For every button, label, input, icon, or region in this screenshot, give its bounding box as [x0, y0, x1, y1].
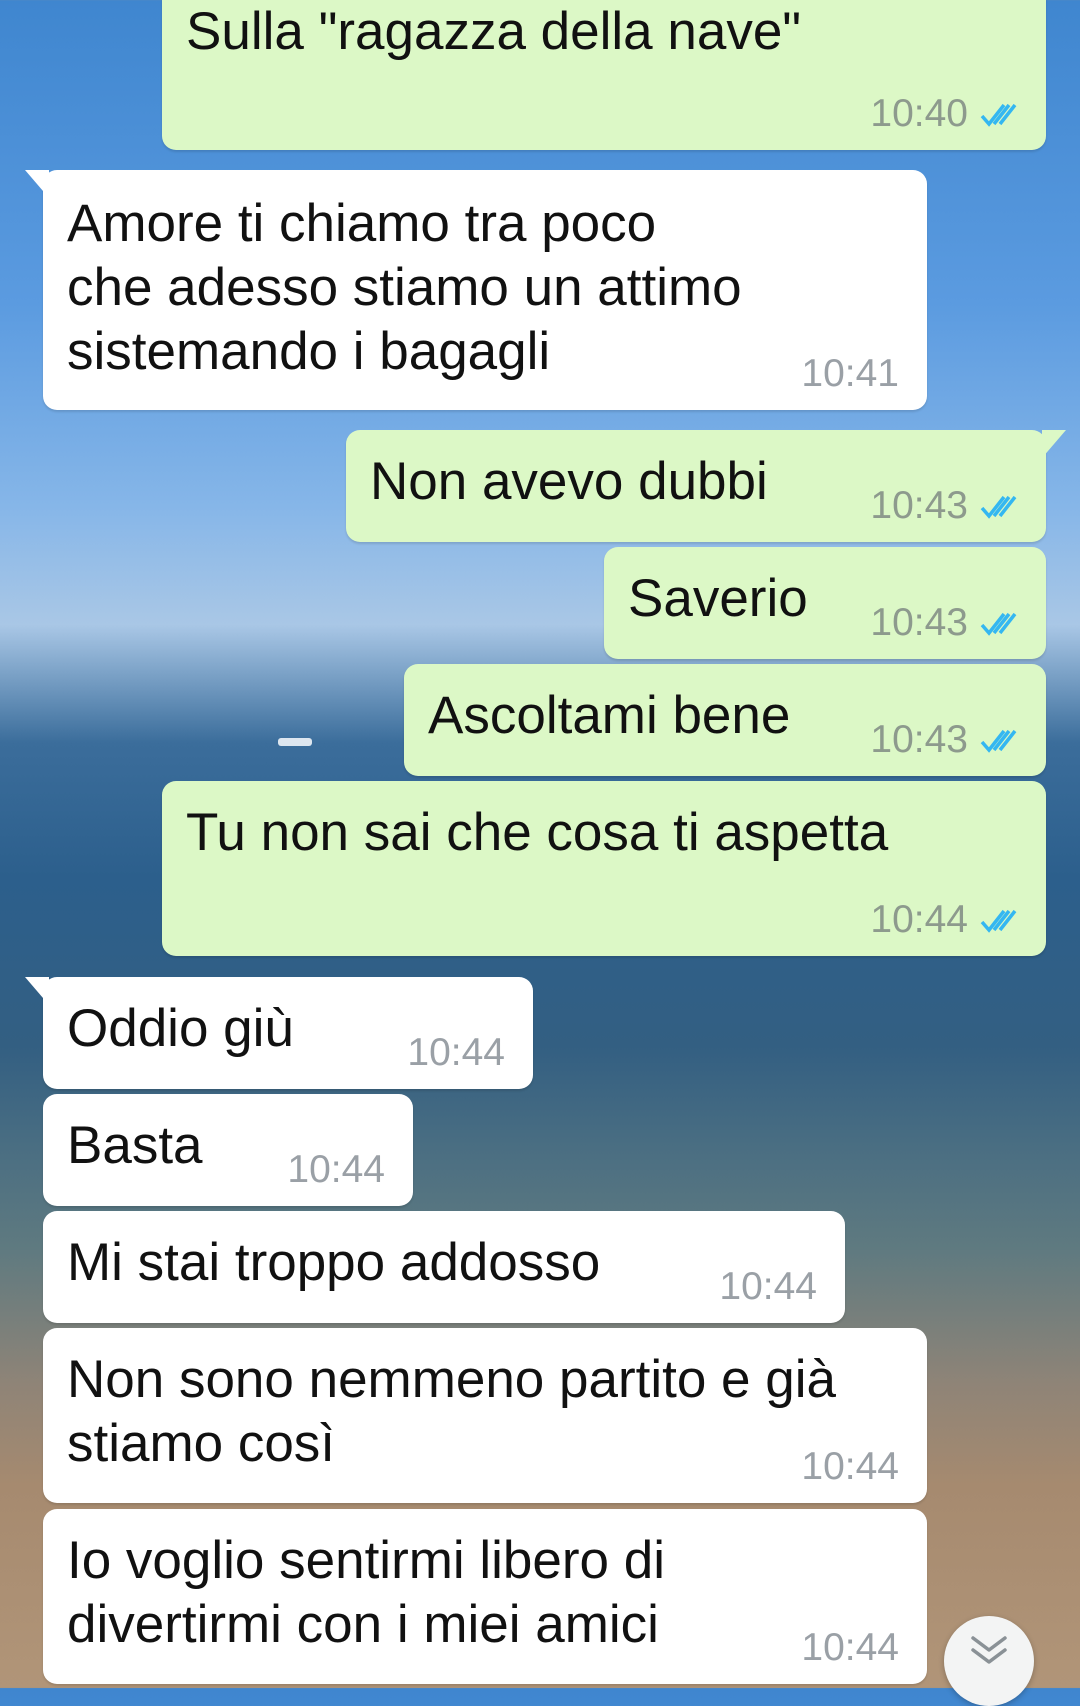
- message-time: 10:44: [407, 1031, 505, 1074]
- message-text: Tu non sai che cosa ti aspetta: [186, 803, 889, 862]
- message-text: Amore ti chiamo tra poco che adesso stia…: [67, 194, 742, 381]
- message-time: 10:43: [870, 718, 968, 761]
- message-meta: 10:44: [287, 1148, 385, 1192]
- message-time: 10:44: [870, 898, 968, 941]
- chevron-double-down-icon: [969, 1634, 1009, 1673]
- message-bubble-outgoing[interactable]: Tu non sai che cosa ti aspetta 10:44: [162, 781, 1046, 956]
- message-meta: 10:44: [407, 1031, 505, 1075]
- message-bubble-outgoing[interactable]: Sulla "ragazza della nave" 10:40: [162, 0, 1046, 150]
- message-meta: 10:41: [801, 352, 899, 396]
- message-text: Sulla "ragazza della nave": [186, 2, 802, 61]
- double-check-icon: [978, 608, 1024, 638]
- double-check-icon: [978, 905, 1024, 935]
- message-meta: 10:44: [719, 1265, 817, 1309]
- background-boat: [278, 738, 312, 746]
- bubble-tail: [25, 977, 49, 1005]
- message-time: 10:44: [801, 1445, 899, 1488]
- message-bubble-incoming[interactable]: Oddio giù 10:44: [25, 977, 533, 1089]
- message-time: 10:43: [870, 601, 968, 644]
- message-meta: 10:44: [801, 1445, 899, 1489]
- message-bubble-outgoing[interactable]: Saverio 10:43: [604, 547, 1046, 659]
- bubble-tail: [25, 170, 49, 198]
- scroll-to-bottom-button[interactable]: [944, 1616, 1034, 1706]
- bubble-tail: [1042, 430, 1066, 458]
- chat-area[interactable]: Sulla "ragazza della nave" 10:40 Amore t…: [0, 0, 1080, 1706]
- message-bubble-outgoing[interactable]: Ascoltami bene 10:43: [404, 664, 1046, 776]
- double-check-icon: [978, 725, 1024, 755]
- message-time: 10:43: [870, 484, 968, 527]
- double-check-icon: [978, 491, 1024, 521]
- message-time: 10:41: [801, 352, 899, 395]
- message-meta: 10:44: [870, 898, 1024, 942]
- message-time: 10:44: [801, 1626, 899, 1669]
- message-bubble-incoming[interactable]: Io voglio sentirmi libero di divertirmi …: [43, 1509, 927, 1684]
- message-time: 10:44: [719, 1265, 817, 1308]
- message-bubble-incoming[interactable]: Non sono nemmeno partito e già stiamo co…: [43, 1328, 927, 1503]
- message-meta: 10:43: [870, 718, 1024, 762]
- message-text: Mi stai troppo addosso: [67, 1233, 601, 1292]
- message-bubble-outgoing[interactable]: Non avevo dubbi 10:43: [346, 430, 1066, 542]
- message-time: 10:40: [870, 92, 968, 135]
- message-bubble-incoming[interactable]: Amore ti chiamo tra poco che adesso stia…: [25, 170, 927, 410]
- message-text: Non sono nemmeno partito e già stiamo co…: [67, 1350, 836, 1473]
- message-meta: 10:40: [870, 92, 1024, 136]
- message-time: 10:44: [287, 1148, 385, 1191]
- message-bubble-incoming[interactable]: Basta 10:44: [43, 1094, 413, 1206]
- message-meta: 10:44: [801, 1626, 899, 1670]
- message-bubble-incoming[interactable]: Mi stai troppo addosso 10:44: [43, 1211, 845, 1323]
- message-meta: 10:43: [870, 601, 1024, 645]
- message-meta: 10:43: [870, 484, 1024, 528]
- double-check-icon: [978, 99, 1024, 129]
- message-text: Io voglio sentirmi libero di divertirmi …: [67, 1531, 665, 1654]
